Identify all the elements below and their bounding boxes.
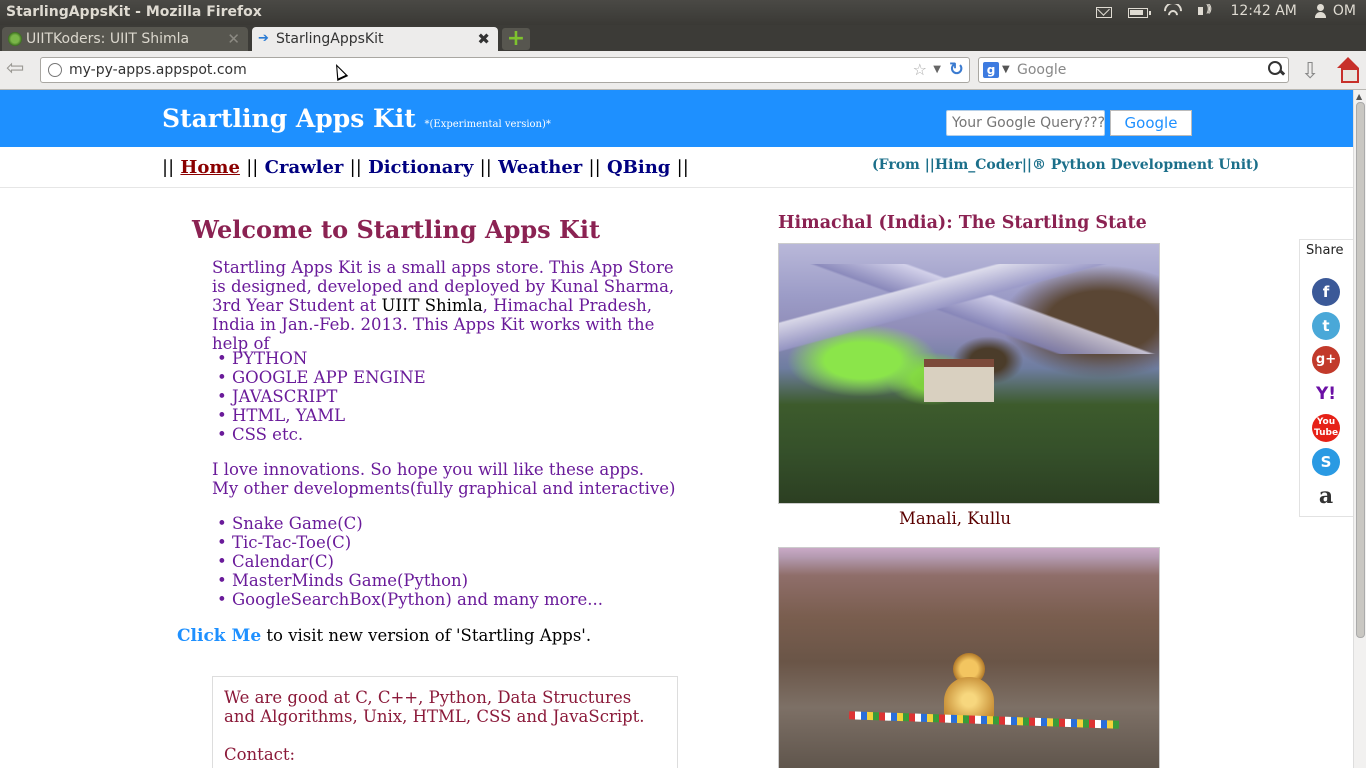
contact-label: Contact: [224,745,296,764]
bookmark-star-icon[interactable]: ☆ [913,58,927,82]
site-header: Startling Apps Kit *(Experimental versio… [0,90,1353,147]
nav-separator: || [676,157,689,178]
google-engine-icon[interactable]: g [983,62,999,78]
new-version-line: Click Me to visit new version of 'Startl… [177,626,591,646]
nav-weather[interactable]: Weather [498,157,582,178]
click-me-link[interactable]: Click Me [177,626,261,646]
nav-separator: || [588,157,601,178]
mail-icon[interactable] [1096,6,1113,18]
buddha-photo [778,547,1160,768]
nav-home[interactable]: Home [180,157,240,178]
nav-qbing[interactable]: QBing [607,157,670,178]
photo-caption: Manali, Kullu [899,509,1012,528]
nav-links: || Home || Crawler || Dictionary || Weat… [162,157,689,178]
nav-separator: || [162,157,175,178]
engine-dropdown-icon[interactable]: ▼ [1002,58,1010,82]
user-icon [1313,3,1329,19]
new-tab-button[interactable]: + [502,28,530,50]
tab-strip: UIITKoders: UIIT Shimla ✕ ➔ StarlingApps… [0,25,1366,51]
himachal-heading: Himachal (India): The Startling State [778,213,1147,233]
nav-separator: || [246,157,259,178]
google-plus-icon[interactable]: g+ [1312,346,1340,374]
search-placeholder: Google [1017,62,1067,78]
clock[interactable]: 12:42 AM [1230,3,1296,19]
contact-box: We are good at C, C++, Python, Data Stru… [212,676,678,768]
scroll-up-icon[interactable]: ▲ [1356,92,1362,101]
window-title: StarlingAppsKit - Mozilla Firefox [6,4,262,20]
site-title-text: Startling Apps Kit [162,104,416,133]
intro-paragraph: Startling Apps Kit is a small apps store… [212,258,682,353]
favicon-arrow-icon: ➔ [258,31,269,46]
share-label: Share [1306,243,1344,258]
site-nav: || Home || Crawler || Dictionary || Weat… [0,147,1353,188]
download-icon[interactable]: ⇩ [1301,59,1319,84]
twitter-icon[interactable]: t [1312,312,1340,340]
url-text: my-py-apps.appspot.com [69,62,247,78]
close-tab-icon[interactable]: ✕ [227,27,240,51]
battery-icon[interactable] [1128,7,1152,18]
volume-icon[interactable] [1198,2,1214,19]
system-top-panel: StarlingAppsKit - Mozilla Firefox 12:42 … [0,0,1366,25]
nav-dictionary[interactable]: Dictionary [368,157,473,178]
search-icon[interactable] [1268,61,1284,77]
globe-icon [48,63,62,77]
page-viewport: Startling Apps Kit *(Experimental versio… [0,90,1353,768]
credit-line: (From ||Him_Coder||® Python Development … [872,157,1260,173]
tab-uiitkoders[interactable]: UIITKoders: UIIT Shimla ✕ [2,27,248,51]
share-panel: Share f t g+ Y! You Tube S a [1299,239,1353,517]
list-item: Tic-Tac-Toe(C) [232,533,603,552]
system-indicators: 12:42 AM OM [1096,2,1356,19]
close-tab-icon[interactable]: ✖ [477,27,490,51]
reload-icon[interactable]: ↻ [949,58,964,82]
list-item: GoogleSearchBox(Python) and many more... [232,590,603,609]
list-item: JAVASCRIPT [232,387,426,406]
browser-search-input[interactable]: g ▼ Google [978,57,1289,83]
facebook-icon[interactable]: f [1312,278,1340,306]
home-icon[interactable] [1336,57,1360,83]
url-bar[interactable]: my-py-apps.appspot.com ☆ ▼ ↻ [40,57,970,83]
love-paragraph: I love innovations. So hope you will lik… [212,460,675,498]
scrollbar-thumb[interactable] [1356,102,1365,638]
page-scrollbar[interactable]: ▲ [1353,90,1366,768]
user-name: OM [1332,3,1356,19]
list-item: PYTHON [232,349,426,368]
list-item: CSS etc. [232,425,426,444]
list-item: MasterMinds Game(Python) [232,571,603,590]
google-query-input[interactable] [946,110,1105,136]
navigation-toolbar: ⇦ my-py-apps.appspot.com ☆ ▼ ↻ g ▼ Googl… [0,51,1366,90]
back-button[interactable]: ⇦ [6,58,30,80]
user-menu[interactable]: OM [1313,3,1356,19]
url-dropdown-icon[interactable]: ▼ [933,58,941,82]
list-item: HTML, YAML [232,406,426,425]
favicon-uiitkoders-icon [8,32,22,46]
site-title: Startling Apps Kit *(Experimental versio… [162,104,551,133]
nav-crawler[interactable]: Crawler [265,157,344,178]
click-me-rest: to visit new version of 'Startling Apps'… [261,626,592,645]
college-name: UIIT Shimla [381,296,483,315]
nav-separator: || [479,157,492,178]
love-line: I love innovations. So hope you will lik… [212,460,645,479]
technology-list: PYTHON GOOGLE APP ENGINE JAVASCRIPT HTML… [232,349,426,444]
love-line: My other developments(fully graphical an… [212,479,676,498]
list-item: GOOGLE APP ENGINE [232,368,426,387]
skype-icon[interactable]: S [1312,448,1340,476]
tab-startlingappskit[interactable]: ➔ StarlingAppsKit ✖ [252,27,498,51]
nav-separator: || [349,157,362,178]
amazon-icon[interactable]: a [1312,482,1340,510]
wifi-icon[interactable] [1164,4,1183,18]
tab-title: StarlingAppsKit [276,31,384,47]
yahoo-icon[interactable]: Y! [1312,380,1340,408]
developments-list: Snake Game(C) Tic-Tac-Toe(C) Calendar(C)… [232,514,603,609]
tab-title: UIITKoders: UIIT Shimla [26,31,190,47]
welcome-heading: Welcome to Startling Apps Kit [192,215,601,244]
good-at-text: We are good at C, C++, Python, Data Stru… [224,688,645,726]
google-search-button[interactable]: Google [1110,110,1192,136]
manali-photo [778,243,1160,504]
list-item: Snake Game(C) [232,514,603,533]
list-item: Calendar(C) [232,552,603,571]
youtube-icon[interactable]: You Tube [1312,414,1340,442]
site-subtitle: *(Experimental version)* [424,119,551,130]
